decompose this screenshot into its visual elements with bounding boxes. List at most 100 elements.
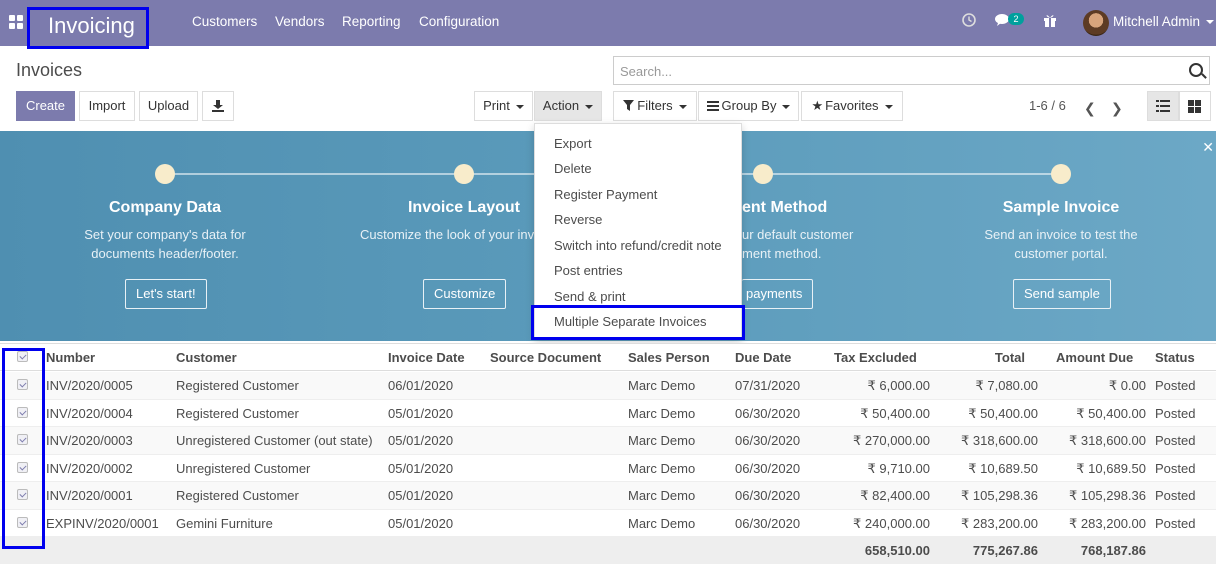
payments-button[interactable]: payments <box>742 279 814 309</box>
menu-configuration[interactable]: Configuration <box>419 14 499 29</box>
table-cell-due-date: 06/30/2020 <box>735 460 801 476</box>
table-cell-status: Posted <box>1155 515 1196 531</box>
column-header[interactable]: Customer <box>176 350 237 365</box>
customize-button[interactable]: Customize <box>423 279 507 309</box>
table-cell-total: ₹ 7,080.00 <box>975 378 1039 393</box>
table-cell-status: Posted <box>1155 405 1196 421</box>
table-cell-sales-person: Marc Demo <box>628 378 696 393</box>
menu-item-delete[interactable]: Delete <box>554 161 592 176</box>
pager-previous-icon[interactable]: ❮ <box>1084 100 1096 117</box>
send-sample-button[interactable]: Send sample <box>1013 279 1111 309</box>
menu-item-post-entries[interactable]: Post entries <box>554 263 623 278</box>
table-cell-amount-due: ₹ 0.00 <box>1108 378 1146 393</box>
table-row[interactable]: INV/2020/0005 Registered Customer 06/01/20… <box>0 372 1216 400</box>
table-cell-customer: Registered Customer <box>176 378 299 393</box>
table-cell-due-date: 06/30/2020 <box>735 488 801 503</box>
step-title: Sample Invoice <box>1002 199 1120 216</box>
close-icon[interactable]: ✕ <box>1202 139 1214 156</box>
total-amount-due: 768,187.86 <box>1080 543 1146 558</box>
search-input[interactable]: Search... <box>613 56 1210 85</box>
table-cell-sales-person: Marc Demo <box>628 460 696 476</box>
table-row[interactable]: INV/2020/0001 Registered Customer 05/01/20… <box>0 482 1216 510</box>
menu-item-reverse[interactable]: Reverse <box>554 212 602 227</box>
column-header[interactable]: Number <box>46 350 95 365</box>
table-cell-due-date: 07/31/2020 <box>735 378 801 393</box>
pager-next-icon[interactable]: ❯ <box>1111 100 1123 117</box>
list-icon <box>706 101 719 111</box>
table-cell-invoice-date: 05/01/2020 <box>388 405 454 421</box>
table-cell-due-date: 06/30/2020 <box>735 405 801 421</box>
download-button[interactable] <box>202 91 234 121</box>
table-cell-status: Posted <box>1155 378 1196 393</box>
action-dropdown[interactable]: Action <box>534 91 602 121</box>
filter-icon <box>623 100 635 111</box>
print-dropdown[interactable]: Print <box>474 91 533 121</box>
table-cell-number: INV/2020/0003 <box>46 433 133 448</box>
step-desc-line: Send an invoice to test the <box>984 227 1138 242</box>
lets-start-button[interactable]: Let's start! <box>125 279 207 309</box>
table-cell-total: ₹ 10,689.50 <box>968 460 1038 476</box>
table-cell-total: ₹ 105,298.36 <box>961 488 1038 503</box>
menu-customers[interactable]: Customers <box>192 14 257 29</box>
highlight-box <box>531 305 745 340</box>
import-button[interactable]: Import <box>79 91 135 121</box>
favorites-label: Favorites <box>825 98 879 113</box>
table-cell-amount-due: ₹ 10,689.50 <box>1076 460 1146 476</box>
table-row[interactable]: INV/2020/0003 Unregistered Customer (out … <box>0 427 1216 455</box>
activity-clock-icon[interactable] <box>962 13 976 30</box>
pager-value[interactable]: 1-6 / 6 <box>1029 98 1066 113</box>
step-desc-line: Set your company's data for <box>84 227 246 242</box>
column-header[interactable]: Tax Excluded <box>834 350 917 365</box>
gift-icon[interactable] <box>1043 13 1057 30</box>
table-cell-invoice-date: 05/01/2020 <box>388 488 454 503</box>
table-row[interactable]: INV/2020/0004 Registered Customer 05/01/20… <box>0 399 1216 427</box>
user-avatar[interactable] <box>1083 10 1109 36</box>
table-row[interactable]: EXPINV/2020/0001 Gemini Furniture 05/01/20… <box>0 509 1216 537</box>
search-icon[interactable] <box>1189 63 1203 77</box>
total-total: 775,267.86 <box>972 543 1038 558</box>
table-cell-customer: Registered Customer <box>176 488 299 503</box>
filters-dropdown[interactable]: Filters <box>613 91 697 121</box>
table-row[interactable]: INV/2020/0002 Unregistered Customer 05/01/… <box>0 454 1216 482</box>
step-desc-line: documents header/footer. <box>91 246 239 261</box>
table-cell-amount-due: ₹ 283,200.00 <box>1069 515 1146 531</box>
column-header[interactable]: Amount Due <box>1056 350 1133 365</box>
kanban-view-button[interactable] <box>1179 91 1211 121</box>
table-cell-amount-due: ₹ 318,600.00 <box>1069 433 1146 448</box>
menu-item-switch-refund[interactable]: Switch into refund/credit note <box>554 238 722 253</box>
column-header[interactable]: Due Date <box>735 350 791 365</box>
app-brand[interactable]: Invoicing <box>27 7 149 49</box>
favorites-dropdown[interactable]: ★ Favorites <box>801 91 903 121</box>
user-menu[interactable]: Mitchell Admin <box>1113 14 1215 29</box>
table-cell-amount-due: ₹ 105,298.36 <box>1069 488 1146 503</box>
table-cell-sales-person: Marc Demo <box>628 433 696 448</box>
column-header[interactable]: Status <box>1155 350 1195 365</box>
menu-item-export[interactable]: Export <box>554 136 592 151</box>
create-button[interactable]: Create <box>16 91 75 121</box>
chevron-down-icon <box>585 104 594 109</box>
apps-menu-icon[interactable] <box>9 15 23 29</box>
chevron-down-icon <box>678 104 687 109</box>
groupby-dropdown[interactable]: Group By <box>698 91 799 121</box>
upload-button[interactable]: Upload <box>139 91 198 121</box>
menu-reporting[interactable]: Reporting <box>342 14 401 29</box>
table-cell-sales-person: Marc Demo <box>628 515 696 531</box>
step-desc-line: customer portal. <box>1014 246 1108 261</box>
menu-item-send-print[interactable]: Send & print <box>554 289 626 304</box>
table-cell-total: ₹ 283,200.00 <box>961 515 1038 531</box>
column-header[interactable]: Source Document <box>490 350 601 365</box>
list-view-button[interactable] <box>1147 91 1179 121</box>
table-footer: 658,510.00 775,267.86 768,187.86 <box>0 537 1216 564</box>
column-header[interactable]: Invoice Date <box>388 350 465 365</box>
table-cell-tax-excluded: ₹ 82,400.00 <box>860 488 930 503</box>
menu-item-register-payment[interactable]: Register Payment <box>554 187 657 202</box>
step-title: ent Method <box>742 199 828 216</box>
column-header[interactable]: Sales Person <box>628 350 710 365</box>
column-header[interactable]: Total <box>940 350 1025 365</box>
table-cell-status: Posted <box>1155 433 1196 448</box>
menu-vendors[interactable]: Vendors <box>275 14 325 29</box>
table-cell-invoice-date: 05/01/2020 <box>388 460 454 476</box>
step-title: Company Data <box>108 199 222 216</box>
step-desc-line: ment method. <box>742 246 822 261</box>
step-dot <box>753 164 773 184</box>
